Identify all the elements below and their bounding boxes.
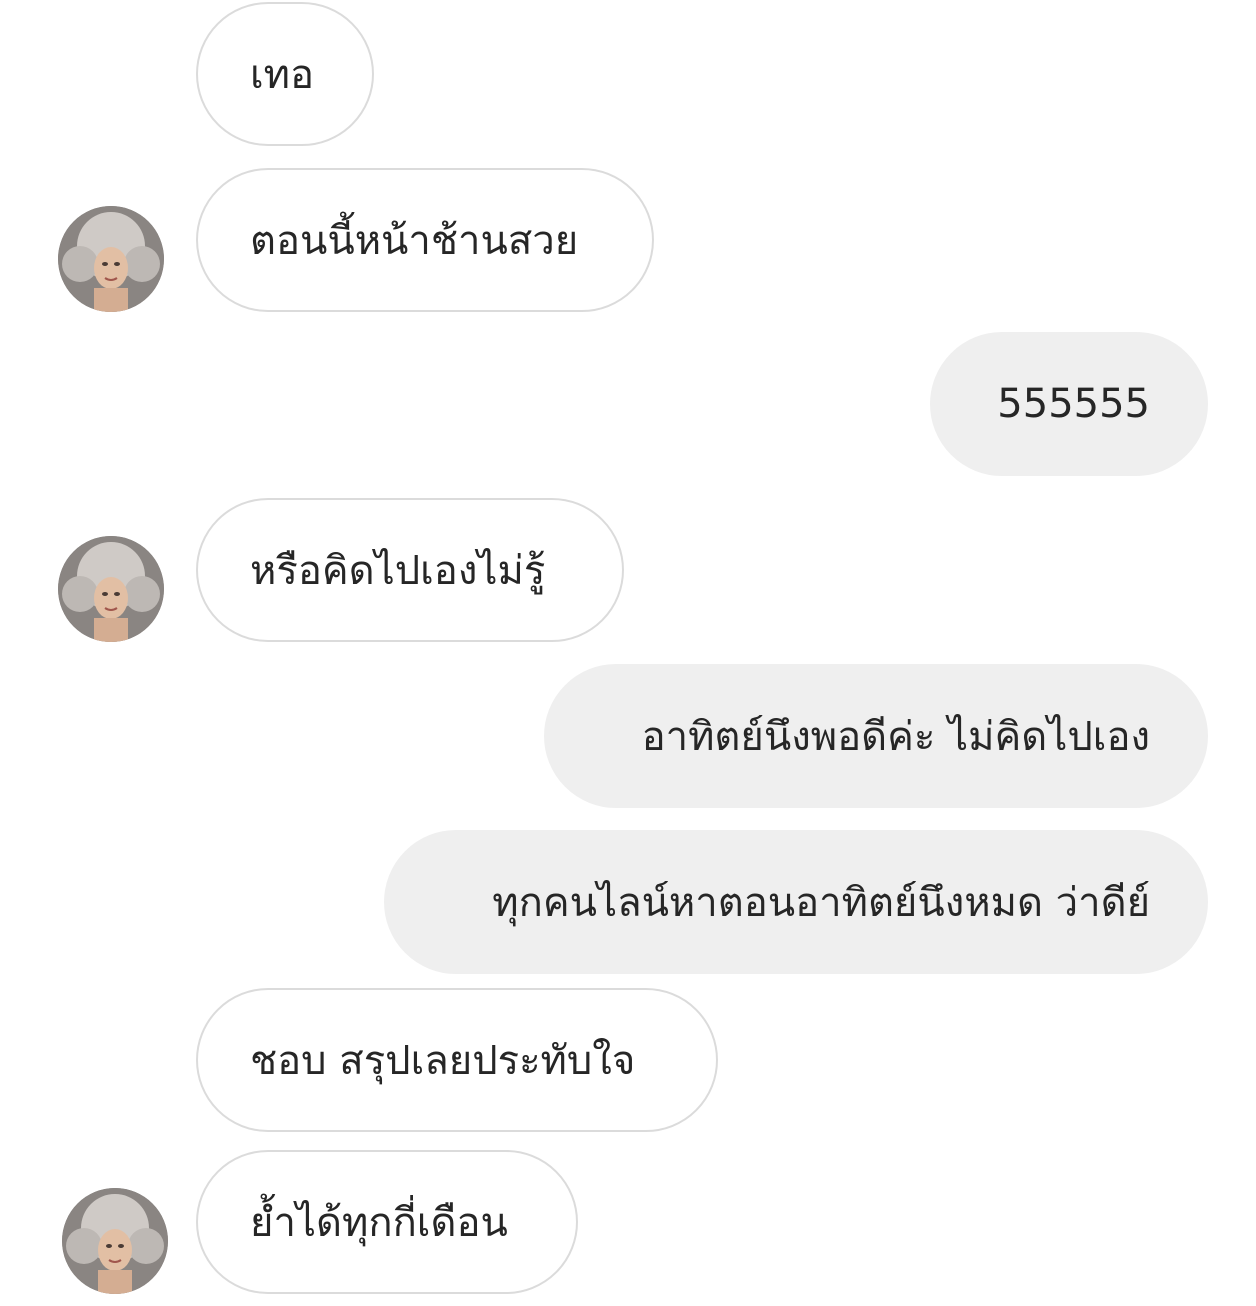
message-bubble-outgoing[interactable]: ทุกคนไลน์หาตอนอาทิตย์นึงหมด ว่าดีย์	[384, 830, 1208, 974]
message-text: ทุกคนไลน์หาตอนอาทิตย์นึงหมด ว่าดีย์	[492, 880, 1150, 926]
profile-photo-icon	[62, 1188, 168, 1294]
message-bubble-incoming[interactable]: ตอนนี้หน้าช้านสวย	[196, 168, 654, 312]
message-text: หรือคิดไปเองไม่รู้	[250, 548, 546, 594]
message-text: อาทิตย์นึงพอดีค่ะ ไม่คิดไปเอง	[641, 714, 1150, 760]
contact-avatar[interactable]	[58, 536, 164, 642]
message-text: 555555	[997, 381, 1150, 427]
message-text: เทอ	[250, 52, 315, 98]
message-bubble-outgoing[interactable]: 555555	[930, 332, 1208, 476]
message-bubble-outgoing[interactable]: อาทิตย์นึงพอดีค่ะ ไม่คิดไปเอง	[544, 664, 1208, 808]
message-text: ย้ำได้ทุกกี่เดือน	[250, 1200, 508, 1246]
contact-avatar[interactable]	[62, 1188, 168, 1294]
contact-avatar[interactable]	[58, 206, 164, 312]
message-bubble-incoming[interactable]: ย้ำได้ทุกกี่เดือน	[196, 1150, 578, 1294]
message-bubble-incoming[interactable]: เทอ	[196, 2, 374, 146]
message-bubble-incoming[interactable]: ชอบ สรุปเลยประทับใจ	[196, 988, 718, 1132]
profile-photo-icon	[58, 206, 164, 312]
message-text: ตอนนี้หน้าช้านสวย	[250, 218, 579, 264]
message-text: ชอบ สรุปเลยประทับใจ	[250, 1038, 636, 1084]
profile-photo-icon	[58, 536, 164, 642]
message-bubble-incoming[interactable]: หรือคิดไปเองไม่รู้	[196, 498, 624, 642]
